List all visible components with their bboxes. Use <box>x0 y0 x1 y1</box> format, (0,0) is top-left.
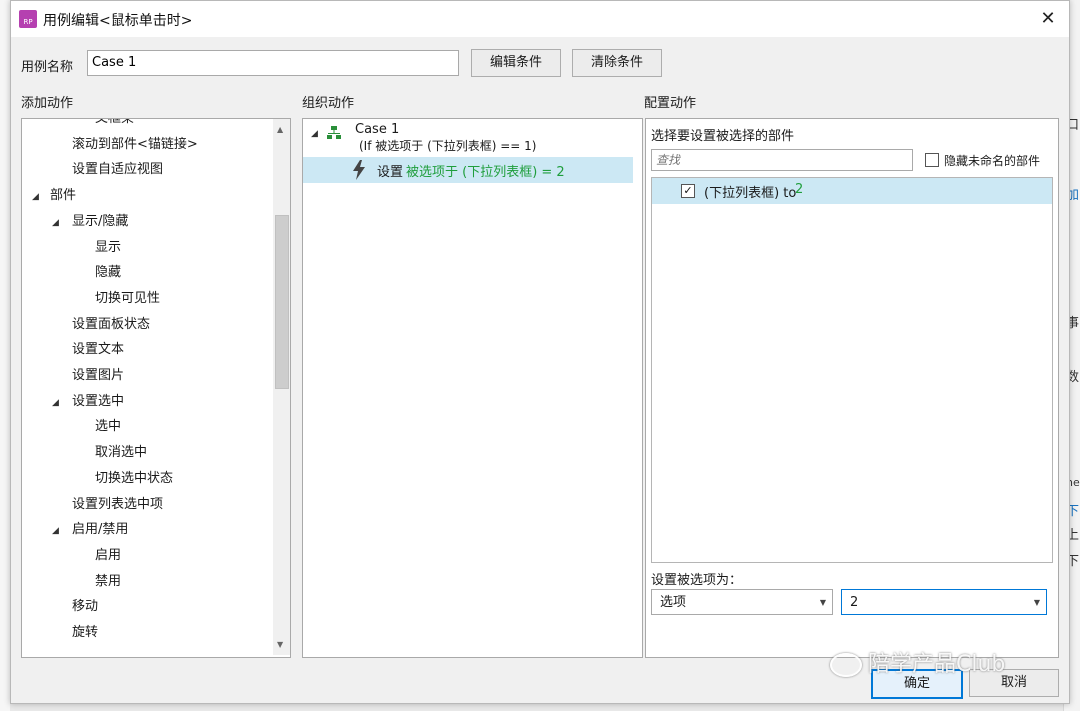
expander-icon[interactable]: ◢ <box>52 218 59 228</box>
scroll-thumb[interactable] <box>275 215 289 389</box>
tree-item[interactable]: 显示 <box>95 236 121 260</box>
edit-condition-button[interactable]: 编辑条件 <box>471 49 561 77</box>
tree-item[interactable]: 部件 <box>50 184 76 208</box>
watermark: 陪学产品Club <box>830 646 1005 678</box>
organize-action-tree: ◢ Case 1 (If 被选项于 (下拉列表框) == 1) 设置 被选项于 … <box>302 118 643 658</box>
tree-item[interactable]: 滚动到部件<锚链接> <box>72 133 198 157</box>
case-name-label: 用例名称 <box>21 60 74 75</box>
wechat-icon <box>830 653 862 677</box>
tree-item[interactable]: 旋转 <box>72 621 98 645</box>
background-window-left <box>0 0 10 711</box>
case-name-input[interactable] <box>87 50 459 76</box>
chevron-down-icon: ▼ <box>819 598 826 607</box>
tree-item[interactable]: 移动 <box>72 595 98 619</box>
tree-item[interactable]: 设置图片 <box>72 364 124 388</box>
widget-list: ✓ (下拉列表框) to 2 <box>651 177 1053 563</box>
widget-item-value: 2 <box>795 182 804 197</box>
tree-item[interactable]: 设置自适应视图 <box>72 158 163 182</box>
tree-item[interactable]: 设置面板状态 <box>72 313 150 337</box>
widget-item-checkbox[interactable]: ✓ <box>681 184 695 198</box>
tree-item[interactable]: 启用 <box>95 544 121 568</box>
add-action-scrollbar[interactable]: ▲ ▼ <box>273 119 290 655</box>
case-condition: (If 被选项于 (下拉列表框) == 1) <box>359 139 537 153</box>
option-value: 2 <box>850 595 859 610</box>
tree-item[interactable]: 取消选中 <box>95 441 147 465</box>
tree-item[interactable]: 禁用 <box>95 570 121 594</box>
scroll-up-icon[interactable]: ▲ <box>277 125 283 134</box>
tree-item[interactable]: 选中 <box>95 415 121 439</box>
widget-item-name: (下拉列表框) to <box>704 186 797 201</box>
tree-item[interactable]: 切换可见性 <box>95 287 160 311</box>
add-action-tree: 父框架 滚动到部件<锚链接> 设置自适应视图 ◢ 部件 ◢ 显示/隐藏 显示 隐藏 切换可见性 设置… <box>21 118 291 658</box>
axure-app-icon: RP <box>19 10 37 28</box>
option-type-value: 选项 <box>660 595 687 610</box>
option-type-select[interactable]: 选项 ▼ <box>651 589 833 615</box>
tree-item[interactable]: 设置文本 <box>72 338 124 362</box>
expander-icon[interactable]: ◢ <box>32 192 39 202</box>
tree-item[interactable]: 隐藏 <box>95 261 121 285</box>
widget-search-input[interactable] <box>651 149 913 171</box>
tree-item[interactable]: 切换选中状态 <box>95 467 173 491</box>
action-prefix: 设置 <box>377 165 404 180</box>
expand-case-icon[interactable]: ◢ <box>311 129 318 139</box>
select-widget-label: 选择要设置被选择的部件 <box>651 129 795 144</box>
case-icon <box>327 126 341 140</box>
close-button[interactable]: ✕ <box>1035 6 1061 32</box>
add-action-heading: 添加动作 <box>21 96 74 111</box>
expander-icon[interactable]: ◢ <box>52 526 59 536</box>
configure-action-heading: 配置动作 <box>644 96 697 111</box>
selected-action-row[interactable]: 设置 被选项于 (下拉列表框) = 2 <box>303 157 633 183</box>
action-detail: 被选项于 (下拉列表框) = 2 <box>406 165 565 180</box>
configure-action-panel: 选择要设置被选择的部件 隐藏未命名的部件 ✓ (下拉列表框) to 2 设置被选… <box>645 118 1059 658</box>
tree-item[interactable]: 显示/隐藏 <box>72 210 128 234</box>
dialog-title: 用例编辑<鼠标单击时> <box>43 13 193 29</box>
expander-icon[interactable]: ◢ <box>52 398 59 408</box>
clear-condition-button[interactable]: 清除条件 <box>572 49 662 77</box>
hide-unnamed-checkbox[interactable] <box>925 153 939 167</box>
title-bar: RP 用例编辑<鼠标单击时> ✕ <box>11 1 1069 37</box>
tree-item[interactable]: 设置列表选中项 <box>72 493 163 517</box>
tree-item[interactable]: 启用/禁用 <box>72 518 128 542</box>
watermark-text: 陪学产品Club <box>868 652 1006 677</box>
tree-item[interactable]: 父框架 <box>95 119 134 131</box>
set-selected-label: 设置被选项为： <box>651 573 743 588</box>
scroll-down-icon[interactable]: ▼ <box>277 640 283 649</box>
organize-action-heading: 组织动作 <box>302 96 355 111</box>
lightning-icon <box>351 160 367 184</box>
tree-item[interactable]: 设置选中 <box>72 390 124 414</box>
case-editor-dialog: RP 用例编辑<鼠标单击时> ✕ 用例名称 编辑条件 清除条件 添加动作 组织动… <box>10 0 1070 704</box>
chevron-down-icon: ▼ <box>1033 598 1040 607</box>
option-value-select[interactable]: 2 ▼ <box>841 589 1047 615</box>
hide-unnamed-label: 隐藏未命名的部件 <box>944 154 1041 168</box>
widget-list-item[interactable]: ✓ (下拉列表框) to 2 <box>652 178 1052 204</box>
